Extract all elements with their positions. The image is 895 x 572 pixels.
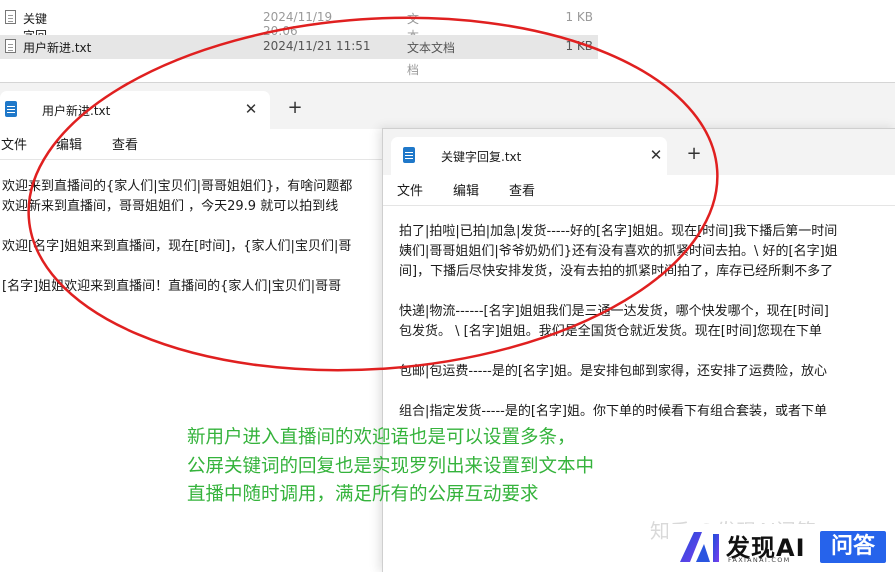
annotation-text: 新用户进入直播间的欢迎语也是可以设置多条， 公屏关键词的回复也是实现罗列出来设置…	[187, 424, 594, 510]
annotation-line: 新用户进入直播间的欢迎语也是可以设置多条，	[187, 427, 576, 448]
logo-badge: 问答	[820, 531, 886, 563]
brand-logo: 发现AI FAXIANAI.COM 问答	[668, 524, 895, 571]
logo-subtext: FAXIANAI.COM	[728, 556, 791, 564]
annotation-line: 公屏关键词的回复也是实现罗列出来设置到文本中	[187, 455, 595, 477]
annotation-line: 直播中随时调用，满足所有的公屏互动要求	[187, 484, 539, 505]
ai-logo-icon	[680, 532, 719, 562]
